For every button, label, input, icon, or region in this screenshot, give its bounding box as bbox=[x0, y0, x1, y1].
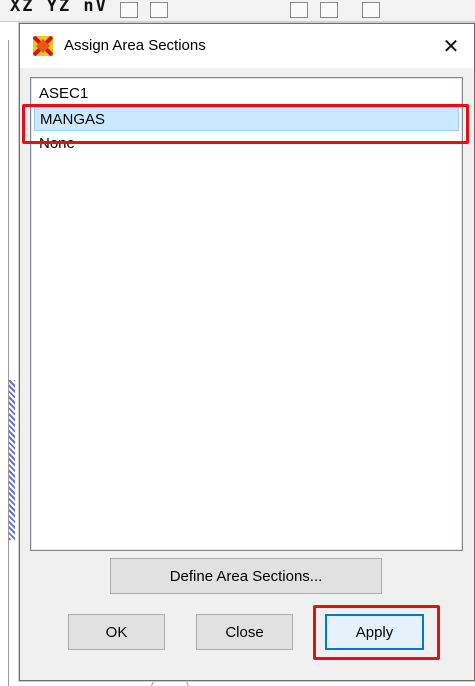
sap-app-icon bbox=[33, 36, 53, 56]
toolbar-icon bbox=[120, 2, 138, 18]
assign-area-sections-dialog: Assign Area Sections ✕ ASEC1 MANGAS None… bbox=[19, 23, 475, 681]
background-drawing-line bbox=[8, 40, 9, 686]
toolbar-icon bbox=[290, 2, 308, 18]
area-sections-list[interactable]: ASEC1 MANGAS None bbox=[30, 77, 463, 551]
list-item-asec1[interactable]: ASEC1 bbox=[34, 82, 459, 106]
toolbar-text: XZ YZ nV bbox=[10, 0, 108, 16]
toolbar-icon bbox=[362, 2, 380, 18]
background-drawing-hatch bbox=[9, 380, 15, 540]
apply-button[interactable]: Apply bbox=[325, 614, 424, 650]
dialog-titlebar: Assign Area Sections ✕ bbox=[20, 24, 474, 68]
close-icon[interactable]: ✕ bbox=[428, 24, 474, 68]
toolbar-icon bbox=[150, 2, 168, 18]
toolbar-icon bbox=[320, 2, 338, 18]
ok-button[interactable]: OK bbox=[68, 614, 165, 650]
list-item-mangas[interactable]: MANGAS bbox=[34, 107, 459, 131]
list-item-none[interactable]: None bbox=[34, 132, 459, 156]
close-button[interactable]: Close bbox=[196, 614, 293, 650]
define-area-sections-button[interactable]: Define Area Sections... bbox=[110, 558, 382, 594]
background-toolbar: XZ YZ nV bbox=[0, 0, 475, 22]
dialog-title: Assign Area Sections bbox=[64, 37, 206, 54]
